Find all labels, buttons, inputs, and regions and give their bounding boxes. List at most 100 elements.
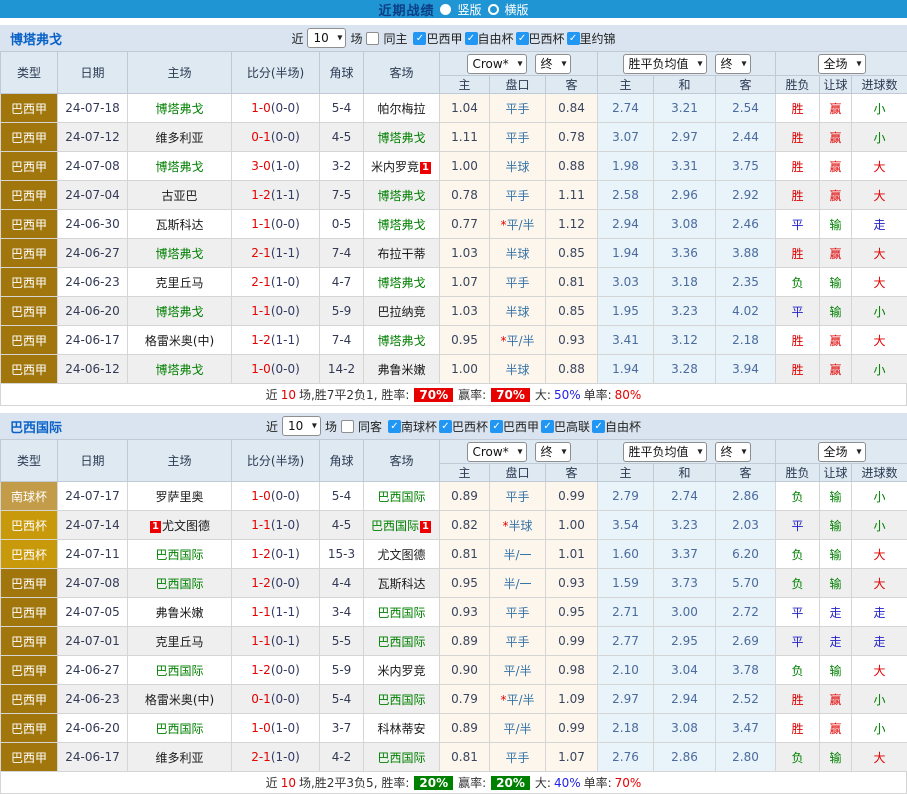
- avg-draw-cell: 3.00: [654, 598, 716, 627]
- team-name: 维多利亚: [155, 131, 203, 145]
- recent-count-select[interactable]: 10: [282, 416, 321, 436]
- period-select[interactable]: 全场: [818, 54, 866, 74]
- league-filter: ✓自由杯: [592, 418, 641, 435]
- date-cell: 24-07-05: [58, 598, 128, 627]
- filter-suffix: 场: [325, 418, 337, 435]
- home-odds-cell: 0.82: [440, 511, 490, 540]
- league-checkbox[interactable]: ✓: [388, 420, 401, 433]
- period-group-header: 全场: [776, 52, 907, 76]
- corner-cell: 5-9: [320, 297, 364, 326]
- sub-handicap-result-header: 让球: [820, 464, 852, 482]
- avg-away-cell: 5.70: [716, 569, 776, 598]
- handicap-result-cell: 赢: [820, 714, 852, 743]
- fulltime-score: 1-1: [251, 518, 271, 532]
- avg-home-cell: 3.41: [598, 326, 654, 355]
- league-checkbox[interactable]: ✓: [413, 32, 426, 45]
- avg-time-select[interactable]: 终: [715, 442, 751, 462]
- col-score-header: 比分(半场): [232, 52, 320, 94]
- same-venue-checkbox[interactable]: [366, 32, 379, 45]
- col-away-header: 客场: [364, 52, 440, 94]
- home-odds-cell: 1.04: [440, 94, 490, 123]
- corner-cell: 3-4: [320, 598, 364, 627]
- handicap-result-cell: 赢: [820, 181, 852, 210]
- result-cell: 胜: [776, 714, 820, 743]
- summary-count: 10: [281, 388, 296, 402]
- league-label: 巴西甲: [426, 30, 462, 47]
- match-row: 巴西甲24-06-17格雷米奥(中)1-2(1-1)7-4博塔弗戈0.95*平/…: [1, 326, 907, 355]
- fulltime-score: 1-2: [251, 333, 271, 347]
- result-cell: 负: [776, 656, 820, 685]
- halftime-score: (0-0): [271, 489, 300, 503]
- period-group-header: 全场: [776, 440, 907, 464]
- league-checkbox[interactable]: ✓: [439, 420, 452, 433]
- odds-time-select[interactable]: 终: [535, 442, 571, 462]
- period-select[interactable]: 全场: [818, 442, 866, 462]
- handicap-cell: 平手: [490, 123, 546, 152]
- team-name: 巴西国际: [371, 519, 419, 533]
- league-checkbox[interactable]: ✓: [567, 32, 580, 45]
- recent-count-select[interactable]: 10: [307, 28, 346, 48]
- avg-draw-cell: 3.12: [654, 326, 716, 355]
- team-name: 帕尔梅拉: [377, 102, 425, 116]
- handicap-cell: 平手: [490, 268, 546, 297]
- sub-handicap-header: 盘口: [490, 76, 546, 94]
- handicap-cell: 平/半: [490, 656, 546, 685]
- avg-select[interactable]: 胜平负均值: [623, 442, 707, 462]
- odds-company-select[interactable]: Crow*: [467, 54, 527, 74]
- avg-select-wrap: 胜平负均值: [623, 442, 707, 462]
- type-cell: 巴西甲: [1, 297, 58, 326]
- match-row: 巴西甲24-07-05弗鲁米嫩1-1(1-1)3-4巴西国际0.93平手0.95…: [1, 598, 907, 627]
- odds-company-select[interactable]: Crow*: [467, 442, 527, 462]
- home-team-cell: 博塔弗戈: [128, 355, 232, 384]
- date-cell: 24-06-20: [58, 297, 128, 326]
- handicap-result-cell: 赢: [820, 355, 852, 384]
- handicap-result-cell: 输: [820, 210, 852, 239]
- match-row: 巴西甲24-07-01克里丘马1-1(0-1)5-5巴西国际0.89平手0.99…: [1, 627, 907, 656]
- avg-group-header: 胜平负均值 终: [598, 52, 776, 76]
- vertical-radio[interactable]: [440, 4, 451, 15]
- match-row: 巴西甲24-06-20博塔弗戈1-1(0-0)5-9巴拉纳竞1.03半球0.85…: [1, 297, 907, 326]
- handicap-cell: 半球: [490, 355, 546, 384]
- home-odds-cell: 1.03: [440, 297, 490, 326]
- goals-result-cell: 大: [852, 152, 907, 181]
- horizontal-radio[interactable]: [488, 4, 499, 15]
- goals-result-cell: 走: [852, 627, 907, 656]
- type-cell: 巴西甲: [1, 326, 58, 355]
- goals-result-cell: 小: [852, 511, 907, 540]
- type-cell: 巴西杯: [1, 540, 58, 569]
- league-checkbox[interactable]: ✓: [465, 32, 478, 45]
- handicap-cell: 平手: [490, 743, 546, 772]
- halftime-score: (0-0): [271, 304, 300, 318]
- corner-cell: 4-5: [320, 123, 364, 152]
- avg-select[interactable]: 胜平负均值: [623, 54, 707, 74]
- odds-time-select[interactable]: 终: [535, 54, 571, 74]
- league-checkbox[interactable]: ✓: [516, 32, 529, 45]
- date-cell: 24-06-17: [58, 743, 128, 772]
- sub-avg-home-header: 主: [598, 464, 654, 482]
- team-name: 古亚巴: [161, 189, 197, 203]
- same-venue-checkbox[interactable]: [341, 420, 354, 433]
- team-name: 格雷米奥(中): [145, 693, 214, 707]
- league-checkbox[interactable]: ✓: [541, 420, 554, 433]
- match-row: 巴西甲24-06-23格雷米奥(中)0-1(0-0)5-4巴西国际0.79*平/…: [1, 685, 907, 714]
- home-team-cell: 格雷米奥(中): [128, 685, 232, 714]
- avg-draw-cell: 3.21: [654, 94, 716, 123]
- team-name: 罗萨里奥: [155, 490, 203, 504]
- team-name: 巴西国际: [155, 722, 203, 736]
- team-name: 博塔弗戈: [377, 218, 425, 232]
- avg-time-select[interactable]: 终: [715, 54, 751, 74]
- avg-home-cell: 3.54: [598, 511, 654, 540]
- date-cell: 24-07-08: [58, 152, 128, 181]
- avg-home-cell: 2.77: [598, 627, 654, 656]
- avg-home-cell: 2.97: [598, 685, 654, 714]
- away-team-cell: 博塔弗戈: [364, 326, 440, 355]
- league-checkbox[interactable]: ✓: [490, 420, 503, 433]
- goals-result-cell: 小: [852, 123, 907, 152]
- league-checkbox[interactable]: ✓: [592, 420, 605, 433]
- team-name: 博塔弗戈: [155, 160, 203, 174]
- home-team-cell: 巴西国际: [128, 714, 232, 743]
- avg-time-select-wrap: 终: [715, 54, 751, 74]
- corner-cell: 7-4: [320, 326, 364, 355]
- result-cell: 负: [776, 540, 820, 569]
- sub-result-header: 胜负: [776, 76, 820, 94]
